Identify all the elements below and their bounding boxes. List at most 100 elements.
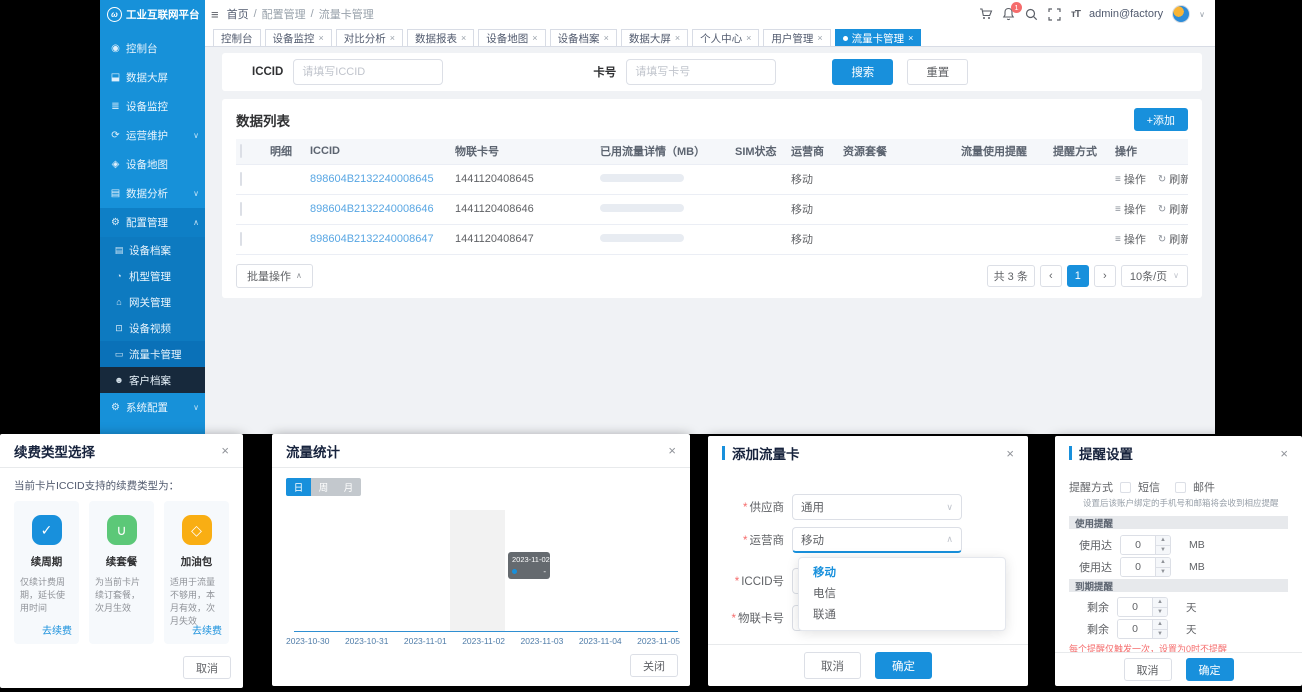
close-icon[interactable]: × <box>319 33 324 43</box>
tab-console[interactable]: 控制台 <box>213 29 261 46</box>
sidebar-item-system-config[interactable]: ⚙ 系统配置 ∨ <box>100 393 205 422</box>
tab-device-monitor[interactable]: 设备监控× <box>265 29 332 46</box>
close-icon[interactable]: × <box>221 444 229 457</box>
reset-button[interactable]: 重置 <box>907 59 968 85</box>
step-up-icon[interactable]: ▲ <box>1153 598 1167 608</box>
email-checkbox[interactable] <box>1175 482 1186 493</box>
row-checkbox[interactable] <box>240 232 242 246</box>
sidebar-item-device-archive[interactable]: ▤ 设备档案 <box>100 237 205 263</box>
iccid-link[interactable]: 898604B2132240008645 <box>310 173 434 185</box>
renew-card-package[interactable]: ∪ 续套餐 为当前卡片续订套餐，次月生效 <box>89 501 154 644</box>
sidebar-item-device-monitor[interactable]: ≣ 设备监控 <box>100 92 205 121</box>
close-icon[interactable]: × <box>746 33 751 43</box>
step-up-icon[interactable]: ▲ <box>1156 536 1170 546</box>
close-icon[interactable]: × <box>604 33 609 43</box>
toggle-month[interactable]: 月 <box>336 478 361 496</box>
close-icon[interactable]: × <box>461 33 466 43</box>
breadcrumb-home[interactable]: 首页 <box>227 6 249 22</box>
sidebar-item-sim-card-mgmt[interactable]: ▭ 流量卡管理 <box>100 341 205 367</box>
close-icon[interactable]: × <box>668 444 676 457</box>
avatar[interactable] <box>1172 5 1190 23</box>
search-button[interactable]: 搜索 <box>832 59 893 85</box>
close-icon[interactable]: × <box>532 33 537 43</box>
row-refresh-button[interactable]: ↻刷新 <box>1158 171 1188 187</box>
step-down-icon[interactable]: ▼ <box>1153 630 1167 639</box>
sidebar-item-operation[interactable]: ⟳ 运营维护 ∨ <box>100 121 205 150</box>
tab-user-mgmt[interactable]: 用户管理× <box>763 29 830 46</box>
toggle-day[interactable]: 日 <box>286 478 311 496</box>
go-renew-link[interactable]: 去续费 <box>192 622 222 637</box>
expiry-value-1[interactable] <box>1118 598 1152 616</box>
prev-page-button[interactable]: ‹ <box>1040 265 1062 287</box>
card-no-input[interactable] <box>626 59 776 85</box>
tab-report[interactable]: 数据报表× <box>407 29 474 46</box>
renew-card-cycle[interactable]: ✓ 续周期 仅续计费周期，延长使用时间 去续费 <box>14 501 79 644</box>
toggle-week[interactable]: 周 <box>311 478 336 496</box>
option-mobile[interactable]: 移动 <box>799 563 1005 584</box>
step-down-icon[interactable]: ▼ <box>1156 546 1170 555</box>
row-refresh-button[interactable]: ↻刷新 <box>1158 201 1188 217</box>
sidebar-item-config[interactable]: ⚙ 配置管理 ∧ <box>100 208 205 237</box>
chevron-down-icon[interactable]: ∨ <box>1199 10 1205 19</box>
supplier-select[interactable]: 通用∨ <box>792 494 962 520</box>
next-page-button[interactable]: › <box>1094 265 1116 287</box>
close-icon[interactable]: × <box>908 33 913 43</box>
tab-device-archive[interactable]: 设备档案× <box>550 29 617 46</box>
sidebar-item-data-analysis[interactable]: ▤ 数据分析 ∨ <box>100 179 205 208</box>
close-icon[interactable]: × <box>1006 447 1014 460</box>
iccid-input[interactable] <box>293 59 443 85</box>
iccid-link[interactable]: 898604B2132240008646 <box>310 203 434 215</box>
usage-value-2[interactable] <box>1121 558 1155 576</box>
tab-compare[interactable]: 对比分析× <box>336 29 403 46</box>
batch-actions-button[interactable]: 批量操作∧ <box>236 264 313 288</box>
page-number[interactable]: 1 <box>1067 265 1089 287</box>
option-telecom[interactable]: 电信 <box>799 584 1005 605</box>
bell-icon[interactable]: 1 <box>1002 7 1016 21</box>
sidebar-item-model-mgmt[interactable]: ◔ 机型管理 <box>100 263 205 289</box>
traffic-chart[interactable]: 2023-10-30 2023-10-31 2023-11-01 2023-11… <box>286 500 680 646</box>
confirm-button[interactable]: 确定 <box>1186 658 1234 681</box>
tab-sim-card-mgmt[interactable]: 流量卡管理× <box>835 29 922 46</box>
renew-card-booster[interactable]: ◇ 加油包 适用于流量不够用，本月有效，次月失效 去续费 <box>164 501 229 644</box>
sidebar-item-device-video[interactable]: ⊡ 设备视频 <box>100 315 205 341</box>
sidebar-item-console[interactable]: ◉ 控制台 <box>100 34 205 63</box>
close-icon[interactable]: × <box>675 33 680 43</box>
usage-value-1[interactable] <box>1121 536 1155 554</box>
close-button[interactable]: 关闭 <box>630 654 678 677</box>
cancel-button[interactable]: 取消 <box>1124 658 1172 681</box>
close-icon[interactable]: × <box>1280 447 1288 460</box>
step-up-icon[interactable]: ▲ <box>1156 558 1170 568</box>
breadcrumb-config[interactable]: 配置管理 <box>262 6 306 22</box>
tab-personal[interactable]: 个人中心× <box>692 29 759 46</box>
step-down-icon[interactable]: ▼ <box>1156 568 1170 577</box>
sidebar-item-gateway-mgmt[interactable]: ⌂ 网关管理 <box>100 289 205 315</box>
cancel-button[interactable]: 取消 <box>183 656 231 679</box>
sidebar-item-customer-archive[interactable]: ☻ 客户档案 <box>100 367 205 393</box>
row-checkbox[interactable] <box>240 202 242 216</box>
carrier-select[interactable]: 移动∧ <box>792 527 962 553</box>
step-down-icon[interactable]: ▼ <box>1153 608 1167 617</box>
tab-device-map[interactable]: 设备地图× <box>478 29 545 46</box>
cart-icon[interactable] <box>979 7 993 21</box>
confirm-button[interactable]: 确定 <box>875 652 932 679</box>
fullscreen-icon[interactable] <box>1048 7 1062 21</box>
font-size-icon[interactable]: тT <box>1071 9 1080 20</box>
step-up-icon[interactable]: ▲ <box>1153 620 1167 630</box>
add-button[interactable]: +添加 <box>1134 108 1188 131</box>
row-actions-button[interactable]: ≡操作 <box>1115 171 1146 187</box>
tab-data-screen[interactable]: 数据大屏× <box>621 29 688 46</box>
close-icon[interactable]: × <box>817 33 822 43</box>
collapse-menu-icon[interactable]: ≡ <box>211 7 219 22</box>
sms-checkbox[interactable] <box>1120 482 1131 493</box>
close-icon[interactable]: × <box>390 33 395 43</box>
sidebar-item-device-map[interactable]: ◈ 设备地图 <box>100 150 205 179</box>
sidebar-item-data-screen[interactable]: ⬓ 数据大屏 <box>100 63 205 92</box>
row-actions-button[interactable]: ≡操作 <box>1115 201 1146 217</box>
expiry-value-2[interactable] <box>1118 620 1152 638</box>
select-all-checkbox[interactable] <box>240 144 242 158</box>
cancel-button[interactable]: 取消 <box>804 652 861 679</box>
go-renew-link[interactable]: 去续费 <box>42 622 72 637</box>
row-refresh-button[interactable]: ↻刷新 <box>1158 231 1188 247</box>
row-checkbox[interactable] <box>240 172 242 186</box>
search-icon[interactable] <box>1025 7 1039 21</box>
